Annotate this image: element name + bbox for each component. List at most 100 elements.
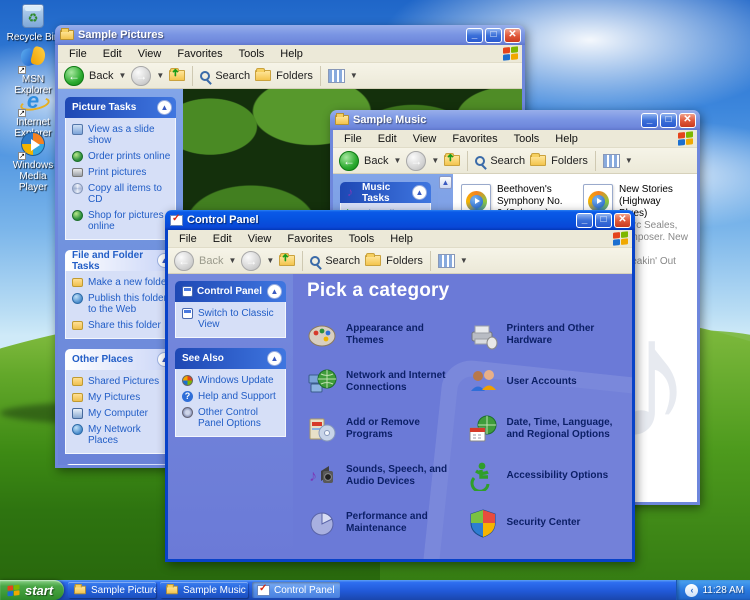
desktop-icon-recycle-bin[interactable]: Recycle Bin [4, 4, 62, 43]
taskbar-clock[interactable]: 11:28 AM [702, 585, 744, 596]
views-dropdown[interactable]: ▼ [460, 256, 468, 265]
up-button[interactable] [169, 70, 185, 81]
views-icon[interactable] [328, 69, 345, 83]
task-copy-to-cd[interactable]: Copy all items to CD [72, 183, 171, 205]
task-print-pictures[interactable]: Print pictures [72, 167, 171, 178]
place-my-pictures[interactable]: My Pictures [72, 392, 171, 403]
scroll-up-button[interactable]: ▲ [439, 176, 452, 189]
search-button[interactable]: Search [215, 70, 250, 82]
minimize-button[interactable]: _ [576, 213, 593, 228]
windows-update-link[interactable]: Windows Update [182, 375, 281, 386]
maximize-button[interactable]: □ [485, 28, 502, 43]
back-button[interactable]: ← [339, 151, 359, 171]
see-also-panel: See Also ▲ Windows Update ?Help and Supp… [175, 348, 286, 437]
up-button[interactable] [444, 155, 460, 166]
menu-file[interactable]: File [62, 47, 94, 61]
category-add-remove-programs[interactable]: Add or Remove Programs [307, 414, 458, 444]
titlebar[interactable]: Sample Music _ □ ✕ [330, 110, 700, 130]
forward-dropdown[interactable]: ▼ [431, 156, 439, 165]
switch-classic-view[interactable]: Switch to Classic View [182, 308, 281, 330]
category-network-internet[interactable]: Network and Internet Connections [307, 367, 458, 397]
menu-help[interactable]: Help [548, 132, 585, 146]
menu-file[interactable]: File [172, 232, 204, 246]
titlebar[interactable]: Sample Pictures _ □ ✕ [55, 25, 525, 45]
maximize-button[interactable]: □ [660, 113, 677, 128]
forward-button[interactable]: → [406, 151, 426, 171]
taskbar-button-sample-pictures[interactable]: Sample Pictures [68, 582, 156, 598]
menu-file[interactable]: File [337, 132, 369, 146]
task-order-prints[interactable]: Order prints online [72, 151, 171, 162]
place-my-computer[interactable]: My Computer [72, 408, 171, 419]
start-button[interactable]: start [0, 580, 64, 600]
globe-icon [72, 151, 83, 162]
task-shop-online[interactable]: Shop for pictures online [72, 210, 171, 232]
category-accessibility[interactable]: Accessibility Options [468, 461, 619, 491]
minimize-button[interactable]: _ [466, 28, 483, 43]
menu-tools[interactable]: Tools [507, 132, 547, 146]
chevron-up-icon[interactable]: ▲ [267, 351, 282, 366]
category-user-accounts[interactable]: User Accounts [468, 367, 619, 397]
place-shared-pictures[interactable]: Shared Pictures [72, 376, 171, 387]
place-my-network[interactable]: My Network Places [72, 424, 171, 446]
window-title: Sample Pictures [78, 29, 462, 41]
task-share-folder[interactable]: Share this folder [72, 320, 171, 331]
up-button[interactable] [279, 255, 295, 266]
chevron-up-icon[interactable]: ▲ [412, 185, 427, 200]
back-dropdown[interactable]: ▼ [118, 71, 126, 80]
chevron-up-icon[interactable]: ▲ [267, 284, 282, 299]
task-view-slideshow[interactable]: View as a slide show [72, 124, 171, 146]
taskbar-button-sample-music[interactable]: Sample Music [160, 582, 248, 598]
forward-button[interactable]: → [131, 66, 151, 86]
menu-tools[interactable]: Tools [232, 47, 272, 61]
category-sounds-audio[interactable]: ♪ Sounds, Speech, and Audio Devices [307, 461, 458, 491]
task-new-folder[interactable]: Make a new folder [72, 277, 171, 288]
desktop-icon-windows-media-player[interactable]: ↗ Windows Media Player [4, 132, 62, 193]
folders-button[interactable]: Folders [551, 155, 588, 167]
folders-button[interactable]: Folders [386, 255, 423, 267]
other-cp-options-link[interactable]: Other Control Panel Options [182, 407, 281, 429]
menu-favorites[interactable]: Favorites [280, 232, 339, 246]
back-label[interactable]: Back [364, 155, 388, 167]
forward-dropdown[interactable]: ▼ [156, 71, 164, 80]
back-button[interactable]: ← [64, 66, 84, 86]
maximize-button[interactable]: □ [595, 213, 612, 228]
close-button[interactable]: ✕ [504, 28, 521, 43]
hide-icons-chevron[interactable]: ‹ [685, 584, 698, 597]
chevron-up-icon[interactable]: ▲ [157, 100, 172, 115]
folders-button[interactable]: Folders [276, 70, 313, 82]
minimize-button[interactable]: _ [641, 113, 658, 128]
task-publish-web[interactable]: Publish this folder to the Web [72, 293, 171, 315]
menu-favorites[interactable]: Favorites [170, 47, 229, 61]
titlebar[interactable]: Control Panel _ □ ✕ [165, 210, 635, 230]
category-appearance-themes[interactable]: Appearance and Themes [307, 320, 458, 350]
search-button[interactable]: Search [325, 255, 360, 267]
icon-label: Recycle Bin [4, 32, 62, 43]
menu-view[interactable]: View [241, 232, 279, 246]
close-button[interactable]: ✕ [614, 213, 631, 228]
desktop[interactable]: Recycle Bin ↗ MSN Explorer e↗ Internet E… [0, 0, 750, 600]
menu-edit[interactable]: Edit [371, 132, 404, 146]
menu-favorites[interactable]: Favorites [445, 132, 504, 146]
views-icon[interactable] [438, 254, 455, 268]
menu-view[interactable]: View [131, 47, 169, 61]
close-button[interactable]: ✕ [679, 113, 696, 128]
category-security-center[interactable]: Security Center [468, 508, 619, 538]
menu-view[interactable]: View [406, 132, 444, 146]
menu-help[interactable]: Help [383, 232, 420, 246]
category-performance-maintenance[interactable]: Performance and Maintenance [307, 508, 458, 538]
search-button[interactable]: Search [490, 155, 525, 167]
menu-help[interactable]: Help [273, 47, 310, 61]
views-dropdown[interactable]: ▼ [350, 71, 358, 80]
category-date-time-language[interactable]: Date, Time, Language, and Regional Optio… [468, 414, 619, 444]
views-icon[interactable] [603, 154, 620, 168]
category-printers-hardware[interactable]: Printers and Other Hardware [468, 320, 619, 350]
menu-edit[interactable]: Edit [206, 232, 239, 246]
taskbar-button-control-panel[interactable]: Control Panel [252, 582, 340, 598]
back-dropdown[interactable]: ▼ [393, 156, 401, 165]
menu-tools[interactable]: Tools [342, 232, 382, 246]
page-title: Pick a category [307, 280, 618, 310]
back-label[interactable]: Back [89, 70, 113, 82]
help-support-link[interactable]: ?Help and Support [182, 391, 281, 402]
menu-edit[interactable]: Edit [96, 47, 129, 61]
views-dropdown[interactable]: ▼ [625, 156, 633, 165]
